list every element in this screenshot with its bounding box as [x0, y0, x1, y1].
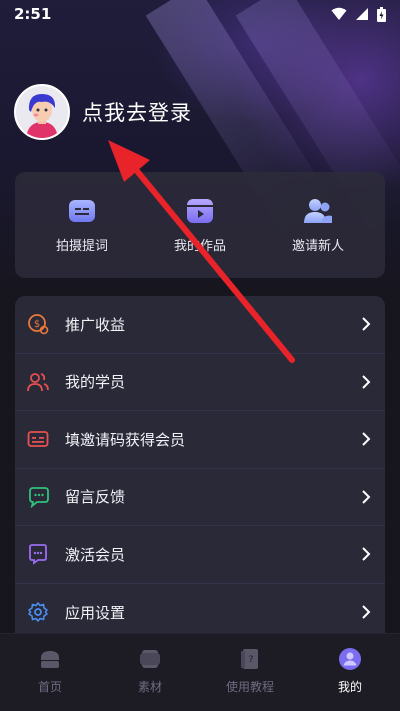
settings-gear-icon	[27, 601, 49, 623]
students-icon	[27, 371, 49, 393]
home-icon	[37, 646, 63, 672]
nav-home[interactable]: 首页	[0, 634, 100, 711]
invite-users-icon	[303, 196, 333, 226]
menu-label: 留言反馈	[65, 488, 126, 507]
menu-item-invite-code[interactable]: 填邀请码获得会员	[15, 411, 385, 469]
chevron-right-icon	[359, 317, 373, 331]
nav-tutorial[interactable]: ? 使用教程	[200, 634, 300, 711]
avatar-illustration-icon	[16, 86, 68, 138]
nav-label: 素材	[137, 680, 162, 694]
nav-profile[interactable]: 我的	[300, 634, 400, 711]
settings-menu: $ 推广收益 我的学员 填邀请码获得会员 留言反馈 激活会员 应用设置	[15, 296, 385, 641]
chevron-right-icon	[359, 432, 373, 446]
menu-item-promotion-earnings[interactable]: $ 推广收益	[15, 296, 385, 354]
chevron-right-icon	[359, 375, 373, 389]
quick-action-invite[interactable]: 邀请新人	[263, 196, 373, 254]
svg-text:$: $	[34, 319, 40, 330]
status-time: 2:51	[14, 5, 52, 23]
nav-label: 首页	[37, 680, 62, 694]
nav-label: 使用教程	[225, 680, 274, 694]
profile-header[interactable]: 点我去登录	[14, 84, 192, 140]
login-prompt[interactable]: 点我去登录	[82, 97, 192, 127]
nav-materials[interactable]: 素材	[100, 634, 200, 711]
status-bar: 2:51	[0, 0, 400, 28]
chevron-right-icon	[359, 605, 373, 619]
chevron-right-icon	[359, 547, 373, 561]
teleprompter-icon	[67, 196, 97, 226]
menu-label: 激活会员	[65, 545, 126, 564]
status-icons	[331, 6, 386, 22]
profile-icon	[337, 646, 363, 672]
wifi-icon	[331, 7, 347, 20]
menu-label: 应用设置	[65, 603, 126, 622]
nav-label: 我的	[337, 680, 362, 694]
tutorial-icon: ?	[237, 646, 263, 672]
signal-icon	[356, 8, 368, 20]
quick-action-label: 拍摄提词	[55, 239, 108, 254]
activate-member-icon	[27, 543, 49, 566]
menu-label: 推广收益	[65, 315, 126, 334]
feedback-chat-icon	[27, 486, 49, 508]
earnings-coin-icon: $	[27, 313, 49, 335]
quick-action-label: 我的作品	[173, 239, 226, 254]
menu-item-feedback[interactable]: 留言反馈	[15, 469, 385, 526]
bottom-navigation: 首页 素材 ? 使用教程 我的	[0, 633, 400, 711]
quick-actions-card: 拍摄提词 我的作品 邀请新人	[15, 172, 385, 278]
quick-action-my-works[interactable]: 我的作品	[145, 196, 255, 254]
svg-text:?: ?	[249, 655, 254, 665]
menu-label: 填邀请码获得会员	[65, 430, 186, 449]
quick-action-teleprompter[interactable]: 拍摄提词	[27, 196, 137, 254]
menu-item-my-students[interactable]: 我的学员	[15, 354, 385, 411]
video-works-icon	[185, 196, 215, 226]
chevron-right-icon	[359, 490, 373, 504]
avatar[interactable]	[14, 84, 70, 140]
menu-label: 我的学员	[65, 373, 126, 392]
quick-action-label: 邀请新人	[291, 239, 344, 254]
materials-icon	[137, 646, 163, 672]
battery-icon	[377, 6, 386, 22]
invite-code-icon	[27, 428, 49, 450]
menu-item-activate-membership[interactable]: 激活会员	[15, 526, 385, 584]
